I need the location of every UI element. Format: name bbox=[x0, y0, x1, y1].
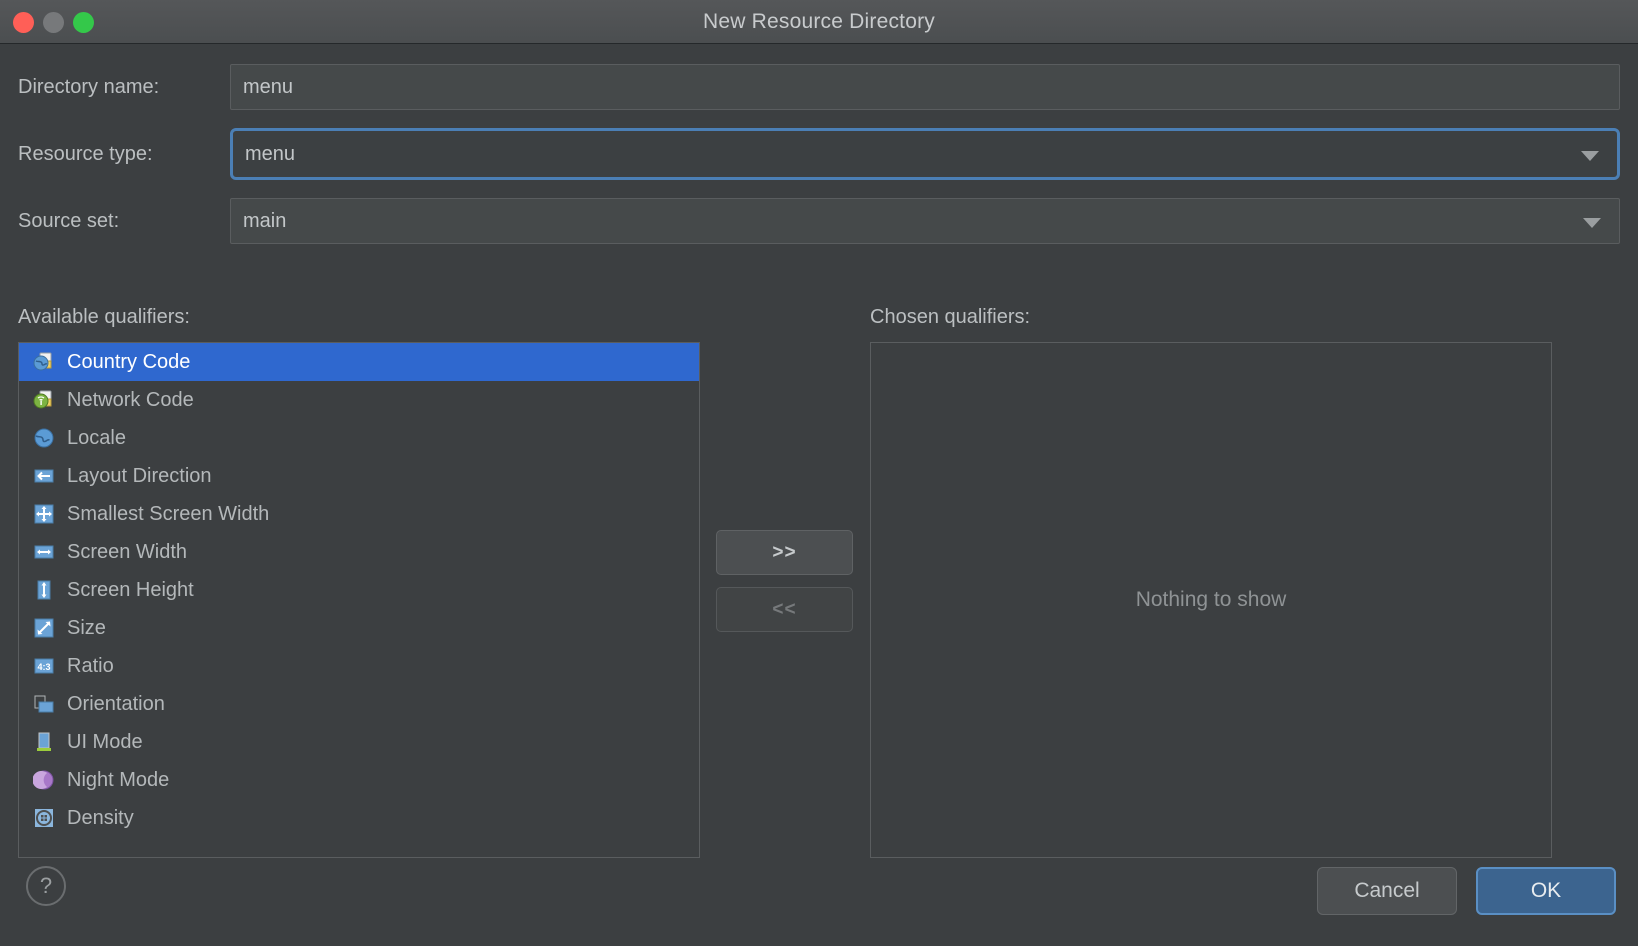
window-controls bbox=[13, 0, 94, 44]
dialog-content: Directory name: menu Resource type: menu… bbox=[0, 44, 1638, 946]
qualifier-list-item[interactable]: Locale bbox=[19, 419, 699, 457]
transfer-buttons: >> << bbox=[716, 530, 853, 632]
qualifier-list-item[interactable]: UI Mode bbox=[19, 723, 699, 761]
globe-icon bbox=[33, 427, 55, 449]
cancel-button[interactable]: Cancel bbox=[1317, 867, 1457, 915]
screen-height-icon bbox=[33, 579, 55, 601]
qualifier-label: Screen Width bbox=[67, 541, 187, 564]
resource-type-label: Resource type: bbox=[18, 143, 230, 166]
qualifier-label: Ratio bbox=[67, 655, 114, 678]
source-set-row: Source set: main bbox=[18, 198, 1620, 244]
directory-name-row: Directory name: menu bbox=[18, 64, 1620, 110]
source-set-label: Source set: bbox=[18, 210, 230, 233]
qualifier-label: Country Code bbox=[67, 351, 190, 374]
chosen-qualifiers-list[interactable]: Nothing to show bbox=[870, 342, 1552, 858]
qualifier-list-item[interactable]: Size bbox=[19, 609, 699, 647]
zoom-button[interactable] bbox=[73, 12, 94, 33]
smallest-screen-width-icon bbox=[33, 503, 55, 525]
dialog-footer: ? Cancel OK bbox=[0, 830, 1638, 946]
close-button[interactable] bbox=[13, 12, 34, 33]
country-code-icon bbox=[33, 351, 55, 373]
ui-mode-icon bbox=[33, 731, 55, 753]
layout-direction-icon bbox=[33, 465, 55, 487]
ratio-icon: 4:3 bbox=[33, 655, 55, 677]
empty-state-text: Nothing to show bbox=[1136, 588, 1287, 612]
qualifier-label: Screen Height bbox=[67, 579, 194, 602]
minimize-button[interactable] bbox=[43, 12, 64, 33]
qualifier-label: Network Code bbox=[67, 389, 194, 412]
resource-type-combobox[interactable]: menu bbox=[230, 128, 1620, 180]
title-bar: New Resource Directory bbox=[0, 0, 1638, 44]
qualifier-label: Layout Direction bbox=[67, 465, 212, 488]
qualifier-label: Locale bbox=[67, 427, 126, 450]
qualifier-list-item[interactable]: Night Mode bbox=[19, 761, 699, 799]
ok-button[interactable]: OK bbox=[1476, 867, 1616, 915]
available-qualifiers-list[interactable]: Country Code Network Code Locale Layout Dir… bbox=[18, 342, 700, 858]
network-code-icon bbox=[33, 389, 55, 411]
source-set-combobox[interactable]: main bbox=[230, 198, 1620, 244]
qualifier-label: Size bbox=[67, 617, 106, 640]
qualifier-list-item[interactable]: 4:3 Ratio bbox=[19, 647, 699, 685]
qualifier-list-item[interactable]: Smallest Screen Width bbox=[19, 495, 699, 533]
add-qualifier-button[interactable]: >> bbox=[716, 530, 853, 575]
qualifier-list-item[interactable]: Orientation bbox=[19, 685, 699, 723]
qualifier-list-item[interactable]: Country Code bbox=[19, 343, 699, 381]
directory-name-label: Directory name: bbox=[18, 76, 230, 99]
chosen-qualifiers-label: Chosen qualifiers: bbox=[870, 306, 1030, 329]
qualifier-label: Night Mode bbox=[67, 769, 169, 792]
orientation-icon bbox=[33, 693, 55, 715]
density-icon bbox=[33, 807, 55, 829]
qualifier-list-item[interactable]: Network Code bbox=[19, 381, 699, 419]
qualifier-label: Smallest Screen Width bbox=[67, 503, 269, 526]
remove-qualifier-button[interactable]: << bbox=[716, 587, 853, 632]
svg-text:4:3: 4:3 bbox=[37, 662, 50, 672]
help-button[interactable]: ? bbox=[26, 866, 66, 906]
size-icon bbox=[33, 617, 55, 639]
night-mode-icon bbox=[33, 769, 55, 791]
resource-type-value: menu bbox=[245, 143, 295, 166]
new-resource-directory-dialog: New Resource Directory Directory name: m… bbox=[0, 0, 1638, 946]
qualifier-label: UI Mode bbox=[67, 731, 143, 754]
chevron-down-icon[interactable] bbox=[1583, 218, 1601, 228]
qualifier-label: Orientation bbox=[67, 693, 165, 716]
window-title: New Resource Directory bbox=[0, 10, 1638, 34]
dialog-actions: Cancel OK bbox=[1317, 867, 1616, 915]
chevron-down-icon[interactable] bbox=[1581, 151, 1599, 161]
available-qualifiers-label: Available qualifiers: bbox=[18, 306, 190, 329]
source-set-value: main bbox=[243, 210, 286, 233]
directory-name-input[interactable]: menu bbox=[230, 64, 1620, 110]
resource-type-row: Resource type: menu bbox=[18, 131, 1620, 177]
qualifier-label: Density bbox=[67, 807, 134, 830]
screen-width-icon bbox=[33, 541, 55, 563]
qualifier-list-item[interactable]: Screen Height bbox=[19, 571, 699, 609]
qualifier-list-item[interactable]: Layout Direction bbox=[19, 457, 699, 495]
qualifier-list-item[interactable]: Screen Width bbox=[19, 533, 699, 571]
